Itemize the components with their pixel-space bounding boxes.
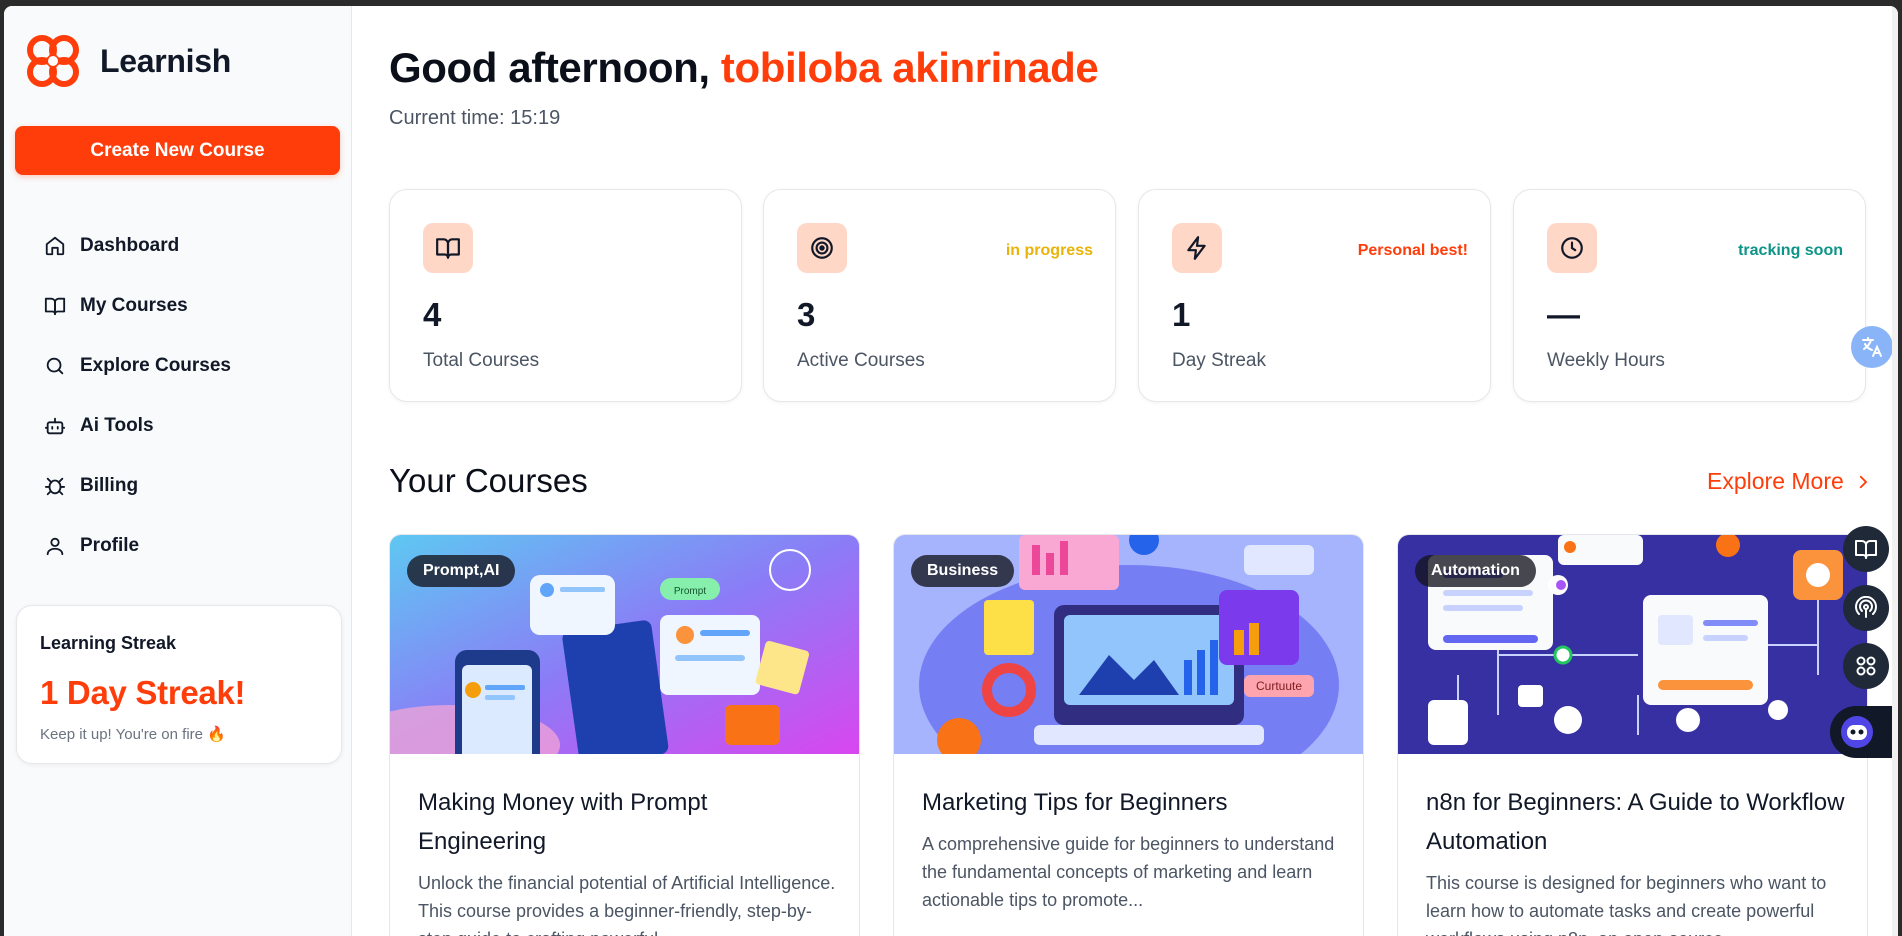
course-category-tag: Business (911, 555, 1015, 587)
course-category-tag: Automation (1415, 555, 1536, 587)
stat-label: Active Courses (797, 350, 925, 371)
learnish-logo-icon (27, 35, 79, 87)
stat-badge: in progress (1005, 242, 1093, 259)
sidebar-item-ai-tools[interactable]: Ai Tools (32, 396, 332, 456)
streak-title: Learning Streak (40, 633, 177, 653)
stat-card-total-courses: 4 Total Courses (389, 189, 742, 402)
course-title: Making Money with Prompt Engineering (418, 789, 708, 855)
greeting-heading: Good afternoon, tobiloba akinrinade (389, 44, 1099, 92)
thumb-label: Prompt (674, 586, 706, 597)
translate-extension-button[interactable] (1851, 326, 1893, 368)
streak-subtitle: Keep it up! You're on fire 🔥 (40, 726, 226, 743)
streak-value: 1 Day Streak! (40, 674, 246, 711)
stat-card-day-streak: Personal best! 1 Day Streak (1138, 189, 1491, 402)
stat-label: Weekly Hours (1547, 350, 1665, 371)
learning-streak-card: Learning Streak 1 Day Streak! Keep it up… (16, 605, 342, 764)
sidebar-item-dashboard[interactable]: Dashboard (32, 216, 332, 276)
user-icon (46, 537, 64, 556)
stat-icon-box (1172, 223, 1222, 273)
bot-icon (44, 417, 66, 435)
stat-badge: Personal best! (1357, 242, 1468, 259)
sidebar-item-label: Ai Tools (80, 415, 154, 436)
course-title: Marketing Tips for Beginners (922, 789, 1228, 816)
course-category-tag: Prompt,AI (407, 555, 516, 587)
reader-mode-float-button[interactable] (1843, 526, 1889, 572)
book-open-icon (436, 238, 460, 259)
sidebar-item-label: Explore Courses (80, 355, 231, 376)
thumb-label: Curtuute (1256, 679, 1302, 693)
apps-grid-icon (1856, 656, 1876, 676)
clock-icon (1561, 237, 1583, 259)
stat-value: 1 (1172, 296, 1191, 333)
stat-icon-box (797, 223, 847, 273)
course-description: This course is designed for beginners wh… (1426, 873, 1827, 936)
scrollbar[interactable] (1892, 6, 1898, 936)
apps-float-button[interactable] (1843, 643, 1889, 689)
assistant-bot-tab[interactable] (1830, 706, 1898, 758)
podcast-float-button[interactable] (1843, 585, 1889, 631)
greeting-prefix: Good afternoon, (389, 44, 710, 91)
chevron-right-icon (1859, 475, 1868, 488)
sidebar-item-billing[interactable]: Billing (32, 456, 332, 516)
lightning-icon (1187, 236, 1206, 260)
stat-value: 4 (423, 296, 442, 333)
stat-label: Day Streak (1172, 350, 1266, 371)
stat-value: 3 (797, 296, 816, 333)
your-courses-title: Your Courses (389, 462, 588, 499)
sidebar-item-label: My Courses (80, 295, 188, 316)
course-card-n8n-automation[interactable]: Automation n8n for Beginners: A Guide to… (1397, 534, 1868, 936)
brand[interactable]: Learnish (24, 32, 231, 90)
course-card-prompt-engineering[interactable]: Prompt Prompt,AI Making Money with Promp… (389, 534, 860, 936)
stat-label: Total Courses (423, 350, 540, 371)
course-description: A comprehensive guide for beginners to u… (922, 834, 1335, 910)
target-icon (811, 237, 833, 259)
sidebar-item-explore-courses[interactable]: Explore Courses (32, 336, 332, 396)
sidebar-item-label: Billing (80, 475, 139, 496)
podcast-icon (1855, 596, 1877, 618)
translate-icon (1862, 337, 1882, 357)
sidebar-item-label: Profile (80, 535, 140, 556)
sidebar-nav: Dashboard My Courses Explore Courses Ai … (32, 216, 332, 576)
stat-icon-box (423, 223, 473, 273)
current-time: Current time: 15:19 (389, 107, 561, 129)
brand-name: Learnish (100, 42, 231, 79)
explore-more-link[interactable]: Explore More (1707, 468, 1872, 495)
stat-value: — (1547, 296, 1580, 333)
stat-icon-box (1547, 223, 1597, 273)
course-description: Unlock the financial potential of Artifi… (418, 873, 836, 936)
sidebar-item-label: Dashboard (80, 235, 180, 256)
sidebar-item-profile[interactable]: Profile (32, 516, 332, 576)
course-card-marketing-tips[interactable]: Curtuute Business Marketing Tips for Beg… (893, 534, 1364, 936)
create-new-course-button[interactable]: Create New Course (15, 126, 340, 175)
sidebar-item-my-courses[interactable]: My Courses (32, 276, 332, 336)
stat-card-weekly-hours: tracking soon — Weekly Hours (1513, 189, 1866, 402)
sidebar: Learnish Create New Course Dashboard My … (4, 6, 352, 936)
bot-face-icon (1841, 716, 1873, 748)
user-name: tobiloba akinrinade (720, 44, 1099, 91)
stat-card-active-courses: in progress 3 Active Courses (763, 189, 1116, 402)
bug-icon (44, 477, 66, 496)
book-open-icon (1855, 540, 1877, 559)
main-content: Good afternoon, tobiloba akinrinade Curr… (353, 6, 1898, 936)
search-icon (46, 357, 64, 375)
explore-more-label: Explore More (1707, 468, 1844, 494)
home-icon (45, 236, 65, 256)
stat-badge: tracking soon (1738, 242, 1843, 259)
book-open-icon (44, 297, 66, 316)
app-window: Learnish Create New Course Dashboard My … (4, 6, 1898, 936)
course-title: n8n for Beginners: A Guide to Workflow A… (1426, 789, 1845, 855)
